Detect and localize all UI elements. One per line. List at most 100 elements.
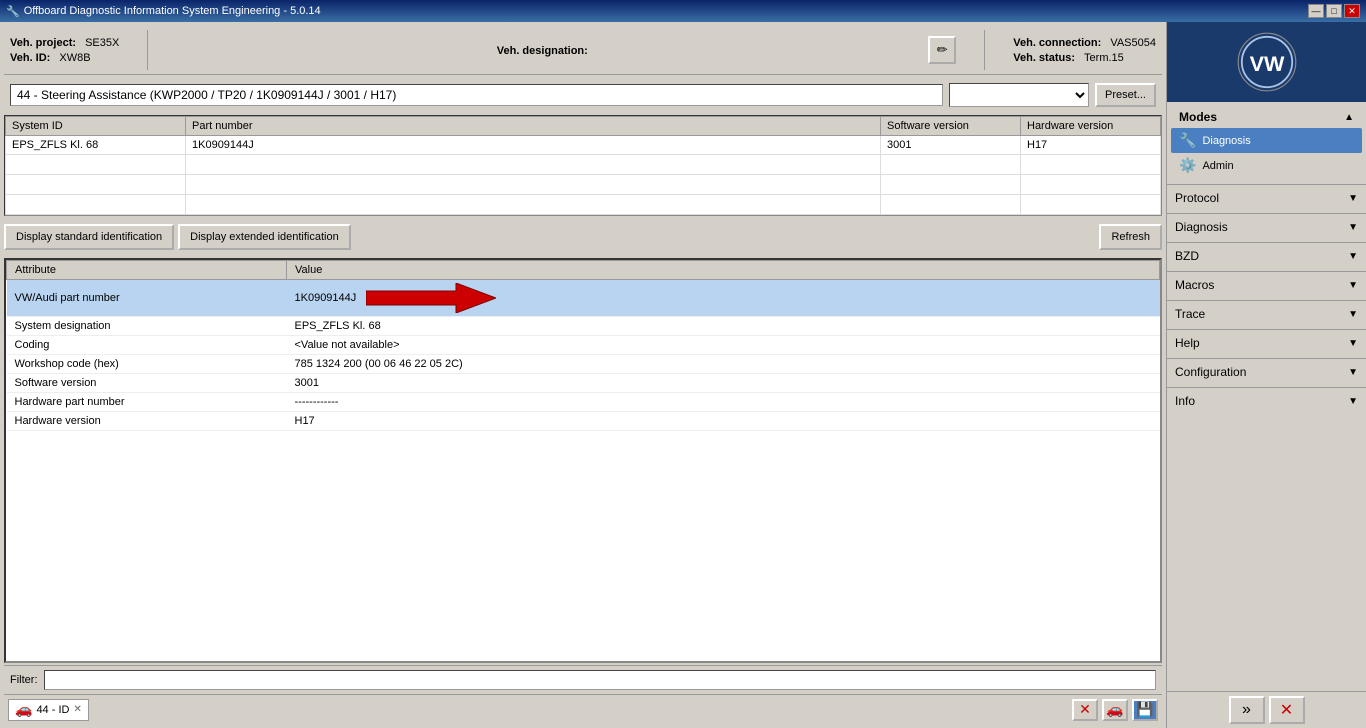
attr-row-0: VW/Audi part number1K0909144J bbox=[7, 280, 1160, 317]
menu-section-diagnosis: Diagnosis ▼ bbox=[1167, 213, 1366, 240]
forward-button[interactable]: » bbox=[1229, 696, 1265, 724]
display-standard-button[interactable]: Display standard identification bbox=[4, 224, 174, 250]
veh-connection-value: VAS5054 bbox=[1107, 37, 1156, 49]
tab-save-button[interactable]: 💾 bbox=[1132, 699, 1158, 721]
vw-logo: VW bbox=[1237, 32, 1297, 92]
attr-value-6: H17 bbox=[287, 412, 1160, 431]
header-divider2 bbox=[984, 30, 985, 70]
sw-version-cell: 3001 bbox=[881, 136, 1021, 155]
preset-dropdown[interactable] bbox=[949, 83, 1089, 107]
system-table-section: System ID Part number Software version H… bbox=[4, 115, 1162, 216]
module-title-bar: 44 - Steering Assistance (KWP2000 / TP20… bbox=[4, 79, 1162, 111]
table-row: EPS_ZFLS Kl. 68 1K0909144J 3001 H17 bbox=[6, 136, 1161, 155]
maximize-button[interactable]: □ bbox=[1326, 4, 1342, 18]
titlebar-title: 🔧 Offboard Diagnostic Information System… bbox=[6, 5, 321, 18]
attr-col-header: Attribute bbox=[7, 261, 287, 280]
app-icon: 🔧 bbox=[6, 5, 20, 18]
veh-left-info: Veh. project: SE35X Veh. ID: XW8B bbox=[10, 37, 119, 64]
logo-area: VW bbox=[1167, 22, 1366, 102]
mode-diagnosis[interactable]: 🔧 Diagnosis bbox=[1171, 128, 1362, 153]
attr-row-1: System designationEPS_ZFLS Kl. 68 bbox=[7, 317, 1160, 336]
menu-diagnosis[interactable]: Diagnosis ▼ bbox=[1167, 214, 1366, 240]
attr-name-5: Hardware part number bbox=[7, 393, 287, 412]
col-sw: Software version bbox=[881, 117, 1021, 136]
tab-44-id[interactable]: 🚗 44 - ID ✕ bbox=[8, 699, 89, 721]
modes-chevron: ▲ bbox=[1344, 112, 1354, 123]
attribute-table: Attribute Value VW/Audi part number1K090… bbox=[6, 260, 1160, 431]
attr-name-4: Software version bbox=[7, 374, 287, 393]
attr-value-2: <Value not available> bbox=[287, 336, 1160, 355]
col-part: Part number bbox=[186, 117, 881, 136]
attr-name-3: Workshop code (hex) bbox=[7, 355, 287, 374]
mode-admin-label: Admin bbox=[1202, 160, 1233, 172]
menu-configuration-label: Configuration bbox=[1175, 365, 1246, 379]
mode-admin[interactable]: ⚙️ Admin bbox=[1171, 153, 1362, 178]
module-title: 44 - Steering Assistance (KWP2000 / TP20… bbox=[10, 84, 943, 106]
menu-info[interactable]: Info ▼ bbox=[1167, 388, 1366, 414]
veh-designation-section: Veh. designation: bbox=[176, 43, 908, 57]
header-divider bbox=[147, 30, 148, 70]
veh-connection-label: Veh. connection: bbox=[1013, 37, 1101, 49]
attr-value-4: 3001 bbox=[287, 374, 1160, 393]
col-hw: Hardware version bbox=[1021, 117, 1161, 136]
attr-value-3: 785 1324 200 (00 06 46 22 05 2C) bbox=[287, 355, 1160, 374]
protocol-chevron: ▼ bbox=[1348, 193, 1358, 204]
bottom-close-button[interactable]: ✕ bbox=[1269, 696, 1305, 724]
menu-info-label: Info bbox=[1175, 394, 1195, 408]
menu-diagnosis-label: Diagnosis bbox=[1175, 220, 1228, 234]
content-area: Veh. project: SE35X Veh. ID: XW8B Veh. d… bbox=[0, 22, 1166, 728]
tab-car-button[interactable]: 🚗 bbox=[1102, 699, 1128, 721]
veh-project-value: SE35X bbox=[82, 37, 119, 49]
filter-label: Filter: bbox=[10, 674, 38, 686]
attr-row-6: Hardware versionH17 bbox=[7, 412, 1160, 431]
menu-macros-label: Macros bbox=[1175, 278, 1214, 292]
close-button[interactable]: ✕ bbox=[1344, 4, 1360, 18]
attr-name-6: Hardware version bbox=[7, 412, 287, 431]
menu-protocol-label: Protocol bbox=[1175, 191, 1219, 205]
minimize-button[interactable]: — bbox=[1308, 4, 1324, 18]
app-title: Offboard Diagnostic Information System E… bbox=[24, 5, 321, 17]
menu-help-label: Help bbox=[1175, 336, 1200, 350]
menu-protocol[interactable]: Protocol ▼ bbox=[1167, 185, 1366, 211]
hw-version-cell: H17 bbox=[1021, 136, 1161, 155]
titlebar: 🔧 Offboard Diagnostic Information System… bbox=[0, 0, 1366, 22]
tab-label: 44 - ID bbox=[36, 704, 69, 716]
help-chevron: ▼ bbox=[1348, 338, 1358, 349]
modes-section: Modes ▲ 🔧 Diagnosis ⚙️ Admin bbox=[1167, 102, 1366, 182]
main-container: Veh. project: SE35X Veh. ID: XW8B Veh. d… bbox=[0, 22, 1366, 728]
attr-name-2: Coding bbox=[7, 336, 287, 355]
preset-button[interactable]: Preset... bbox=[1095, 83, 1156, 107]
mode-diagnosis-label: Diagnosis bbox=[1202, 135, 1250, 147]
bzd-chevron: ▼ bbox=[1348, 251, 1358, 262]
action-bar: Display standard identification Display … bbox=[4, 220, 1162, 254]
macros-chevron: ▼ bbox=[1348, 280, 1358, 291]
modes-header[interactable]: Modes ▲ bbox=[1171, 106, 1362, 128]
display-extended-button[interactable]: Display extended identification bbox=[178, 224, 351, 250]
menu-trace[interactable]: Trace ▼ bbox=[1167, 301, 1366, 327]
attr-name-0: VW/Audi part number bbox=[7, 280, 287, 317]
attr-value-5: ------------ bbox=[287, 393, 1160, 412]
menu-help[interactable]: Help ▼ bbox=[1167, 330, 1366, 356]
info-chevron: ▼ bbox=[1348, 396, 1358, 407]
menu-macros[interactable]: Macros ▼ bbox=[1167, 272, 1366, 298]
menu-bzd-label: BZD bbox=[1175, 249, 1199, 263]
menu-bzd[interactable]: BZD ▼ bbox=[1167, 243, 1366, 269]
attribute-table-section: Attribute Value VW/Audi part number1K090… bbox=[4, 258, 1162, 663]
tab-car-icon: 🚗 bbox=[15, 701, 32, 718]
attr-name-1: System designation bbox=[7, 317, 287, 336]
edit-button[interactable]: ✏ bbox=[928, 36, 956, 64]
tab-delete-button[interactable]: ✕ bbox=[1072, 699, 1098, 721]
filter-bar: Filter: bbox=[4, 665, 1162, 694]
menu-items: Protocol ▼ Diagnosis ▼ BZD ▼ Macros bbox=[1167, 182, 1366, 414]
part-number-cell: 1K0909144J bbox=[186, 136, 881, 155]
menu-configuration[interactable]: Configuration ▼ bbox=[1167, 359, 1366, 385]
system-id-cell: EPS_ZFLS Kl. 68 bbox=[6, 136, 186, 155]
refresh-button[interactable]: Refresh bbox=[1099, 224, 1162, 250]
veh-connection-group: Veh. connection: VAS5054 Veh. status: Te… bbox=[1013, 37, 1156, 64]
veh-status-value: Term.15 bbox=[1081, 52, 1124, 64]
tab-close-icon[interactable]: ✕ bbox=[73, 704, 81, 715]
menu-section-help: Help ▼ bbox=[1167, 329, 1366, 356]
filter-input[interactable] bbox=[44, 670, 1157, 690]
table-row-empty2 bbox=[6, 175, 1161, 195]
titlebar-controls[interactable]: — □ ✕ bbox=[1308, 4, 1360, 18]
